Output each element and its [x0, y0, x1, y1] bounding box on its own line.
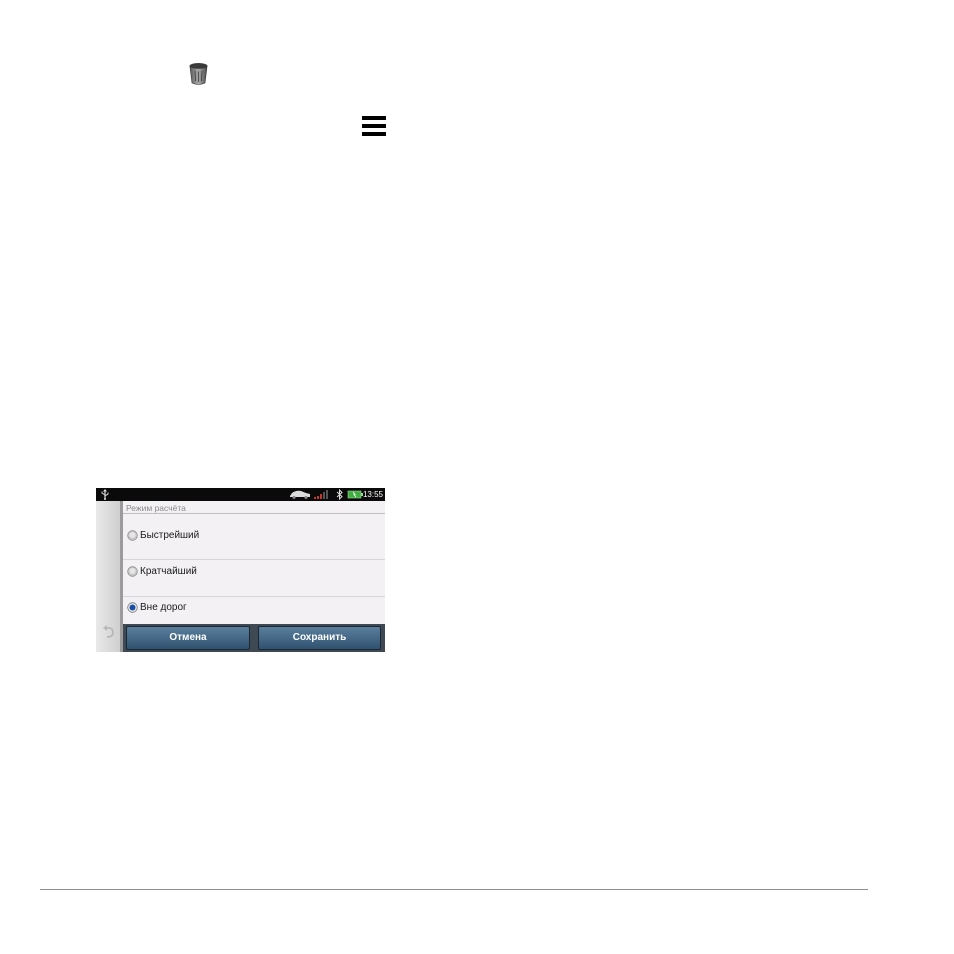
- radio-selected-icon[interactable]: [127, 602, 138, 613]
- status-bar: 13:55: [96, 488, 385, 501]
- footer-divider: [40, 889, 868, 890]
- option-fastest[interactable]: Быстрейший: [123, 518, 385, 554]
- dialog-title: Режим расчёта: [126, 503, 186, 513]
- car-icon: [290, 490, 310, 499]
- side-rail: [96, 501, 120, 652]
- radio-unselected-icon[interactable]: [127, 566, 138, 577]
- option-offroad[interactable]: Вне дорог: [123, 590, 385, 626]
- route-mode-dialog: Режим расчёта Быстрейший Кратчайший Вне …: [123, 501, 385, 652]
- save-button[interactable]: Сохранить: [258, 626, 381, 650]
- device-screenshot: 13:55 Режим расчёта Быстрейший Кратчайши…: [96, 488, 385, 652]
- option-shortest[interactable]: Кратчайший: [123, 554, 385, 590]
- signal-icon: [314, 490, 328, 499]
- trash-icon: [189, 63, 208, 85]
- cancel-button[interactable]: Отмена: [126, 626, 250, 650]
- dialog-button-bar: Отмена Сохранить: [123, 624, 385, 652]
- option-label: Быстрейший: [140, 530, 200, 541]
- bluetooth-icon: [336, 489, 343, 500]
- radio-unselected-icon[interactable]: [127, 530, 138, 541]
- status-clock: 13:55: [362, 490, 383, 499]
- menu-icon: [362, 116, 386, 136]
- back-arrow-icon[interactable]: [102, 625, 116, 639]
- title-divider: [123, 513, 385, 514]
- battery-icon: [347, 490, 363, 499]
- usb-icon: [101, 489, 109, 500]
- option-label: Кратчайший: [140, 566, 197, 577]
- option-label: Вне дорог: [140, 602, 187, 613]
